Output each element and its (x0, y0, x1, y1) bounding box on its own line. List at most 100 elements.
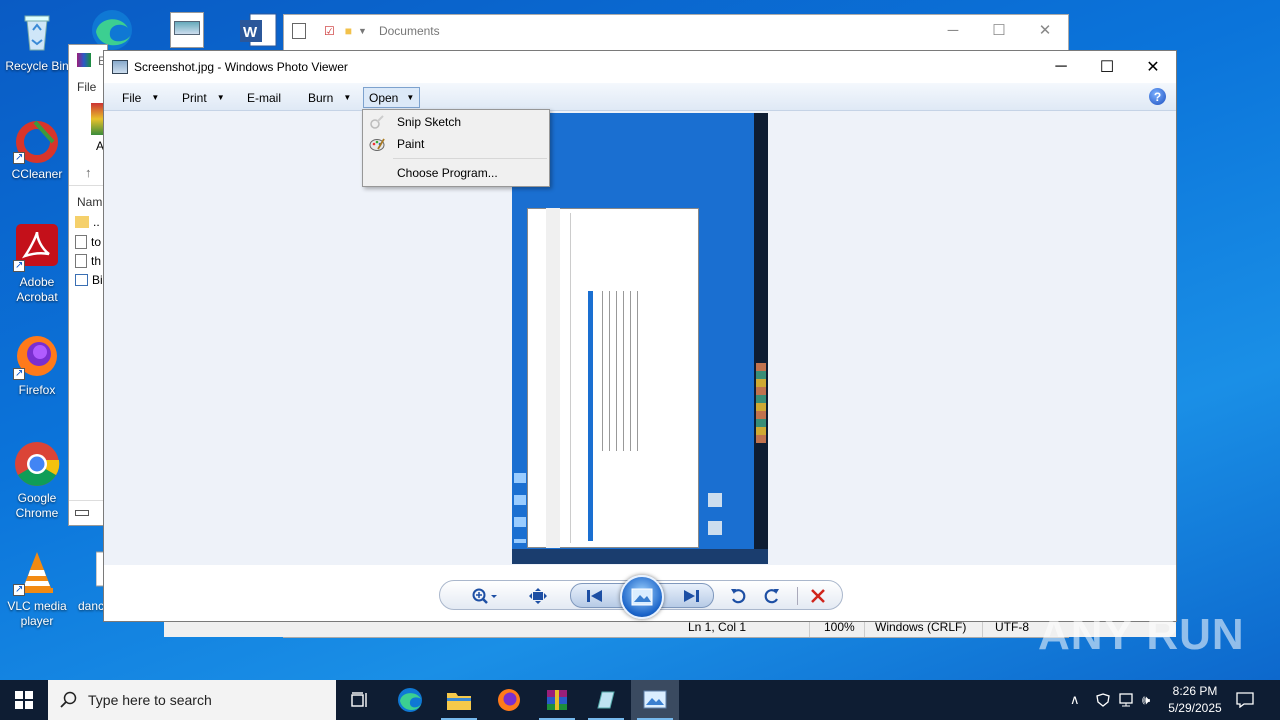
open-with-menu: Snip Sketch Paint Choose Program... (362, 109, 550, 187)
delete-icon (811, 589, 825, 603)
actual-size-icon (529, 588, 547, 604)
menu-item-snip-sketch[interactable]: Snip Sketch (363, 111, 549, 133)
next-icon (684, 589, 699, 602)
list-item[interactable]: to (75, 235, 101, 249)
zoom-icon (472, 588, 497, 604)
taskbar-search-box[interactable]: Type here to search (48, 680, 336, 720)
menu-item-choose-program[interactable]: Choose Program... (363, 162, 549, 184)
word-desktop-icon[interactable]: W (238, 12, 278, 48)
up-arrow-icon[interactable]: ↑ (85, 165, 92, 180)
notifications-button[interactable] (1236, 680, 1260, 720)
image-view-area (104, 111, 1176, 565)
photo-viewer-menubar: File ▼ Print ▼ E-mail Burn ▼ Open ▼ ? (104, 83, 1176, 111)
network-icon[interactable] (1119, 680, 1137, 720)
close-button[interactable]: ✕ (1130, 51, 1176, 82)
actual-size-button[interactable] (526, 581, 550, 611)
desktop-icon-firefox[interactable]: Firefox (0, 332, 74, 398)
desktop-icon-label: Adobe Acrobat (16, 275, 58, 304)
menu-open[interactable]: Open ▼ (363, 87, 421, 108)
folder-icon (75, 216, 89, 228)
rotate-counterclockwise-button[interactable] (726, 581, 750, 611)
defender-icon (1096, 693, 1110, 707)
image-file-desktop-icon[interactable] (170, 12, 204, 48)
folder-icon (447, 693, 471, 710)
volume-icon[interactable]: 🕪 (1142, 680, 1160, 720)
zoom-button[interactable] (468, 581, 502, 611)
file-icon (75, 235, 87, 249)
notepad-icon (597, 691, 615, 709)
network-status-icon[interactable] (1096, 680, 1112, 720)
encoding: UTF-8 (995, 620, 1029, 634)
svg-text:W: W (243, 24, 258, 41)
displayed-screenshot-image (512, 113, 768, 564)
desktop-icon-label: VLC media player (7, 599, 67, 628)
desktop-icon-ccleaner[interactable]: CCleaner (0, 116, 74, 182)
recycle-bin-icon (13, 8, 61, 56)
help-icon[interactable]: ? (1149, 88, 1166, 105)
winrar-icon (77, 53, 91, 67)
menu-burn[interactable]: Burn ▼ (303, 87, 356, 108)
desktop-icon-recycle-bin[interactable]: Recycle Bin (0, 8, 74, 74)
next-button[interactable] (673, 584, 709, 607)
rotate-clockwise-button[interactable] (760, 581, 784, 611)
task-view-icon (351, 692, 367, 707)
minimize-button[interactable]: ─ (1038, 51, 1084, 82)
dropdown-arrow-icon: ▼ (151, 93, 160, 102)
taskbar-photo-viewer[interactable] (631, 680, 679, 720)
desktop-icon-acrobat[interactable]: Adobe Acrobat (0, 224, 74, 305)
menu-email[interactable]: E-mail (242, 87, 286, 108)
menu-file[interactable]: File ▼ (117, 87, 164, 108)
taskbar: Type here to search ∧ 🕪 8:26 PM 5/29/202… (0, 680, 1280, 720)
maximize-button[interactable]: ☐ (1084, 51, 1130, 82)
close-button[interactable]: ✕ (1022, 15, 1068, 45)
desktop-icon-label: Recycle Bin (5, 59, 69, 73)
search-icon (60, 691, 77, 708)
desktop-icon-label: Google Chrome (15, 491, 59, 520)
dropdown-arrow-icon: ▼ (343, 93, 352, 102)
shortcut-arrow-icon (13, 150, 25, 165)
minimize-button[interactable]: ─ (930, 15, 976, 45)
photo-viewer-icon (643, 690, 667, 709)
start-button[interactable] (0, 680, 48, 720)
network-monitor-icon (1119, 693, 1133, 707)
delete-button[interactable] (806, 581, 830, 611)
dropdown-arrow-icon: ▼ (406, 93, 415, 102)
taskbar-file-explorer[interactable] (435, 680, 483, 720)
desktop-icon-chrome[interactable]: Google Chrome (0, 440, 74, 521)
line-ending: Windows (CRLF) (875, 620, 967, 634)
shortcut-arrow-icon (13, 582, 25, 597)
taskbar-clock[interactable]: 8:26 PM 5/29/2025 (1160, 683, 1230, 717)
task-view-button[interactable] (336, 680, 384, 720)
previous-button[interactable] (577, 584, 613, 607)
vlc-icon (13, 548, 61, 597)
list-item[interactable]: Bi (75, 273, 103, 287)
clock-date: 5/29/2025 (1168, 701, 1222, 715)
maximize-button[interactable]: ☐ (976, 15, 1022, 45)
desktop-icon-vlc[interactable]: VLC media player (0, 548, 74, 629)
ccleaner-icon (13, 116, 61, 165)
list-item[interactable]: th (75, 254, 101, 268)
zoom-level: 100% (824, 620, 855, 634)
shortcut-arrow-icon (13, 258, 25, 273)
taskbar-notepad[interactable] (582, 680, 630, 720)
taskbar-winrar[interactable] (533, 680, 581, 720)
file-icon (75, 274, 88, 286)
firefox-icon (13, 332, 61, 381)
explorer-window-partial: E File A ↑ Nam .. to th Bi (68, 44, 108, 526)
details-view-icon[interactable] (75, 510, 89, 516)
checkmark-icon: ☑ (324, 24, 335, 38)
edge-icon (398, 688, 422, 712)
explorer-column-name[interactable]: Nam (77, 195, 102, 209)
taskbar-firefox[interactable] (485, 680, 533, 720)
file-icon (75, 254, 87, 268)
menu-separator (393, 158, 547, 159)
list-item[interactable]: .. (75, 215, 100, 229)
slideshow-button[interactable] (620, 575, 664, 619)
taskbar-edge[interactable] (386, 680, 434, 720)
rotate-left-icon (731, 589, 746, 604)
explorer-menu-file[interactable]: File (77, 80, 96, 94)
paint-icon (369, 136, 385, 152)
show-hidden-icons-button[interactable]: ∧ (1070, 680, 1086, 720)
menu-print[interactable]: Print ▼ (177, 87, 230, 108)
menu-item-paint[interactable]: Paint (363, 133, 549, 155)
